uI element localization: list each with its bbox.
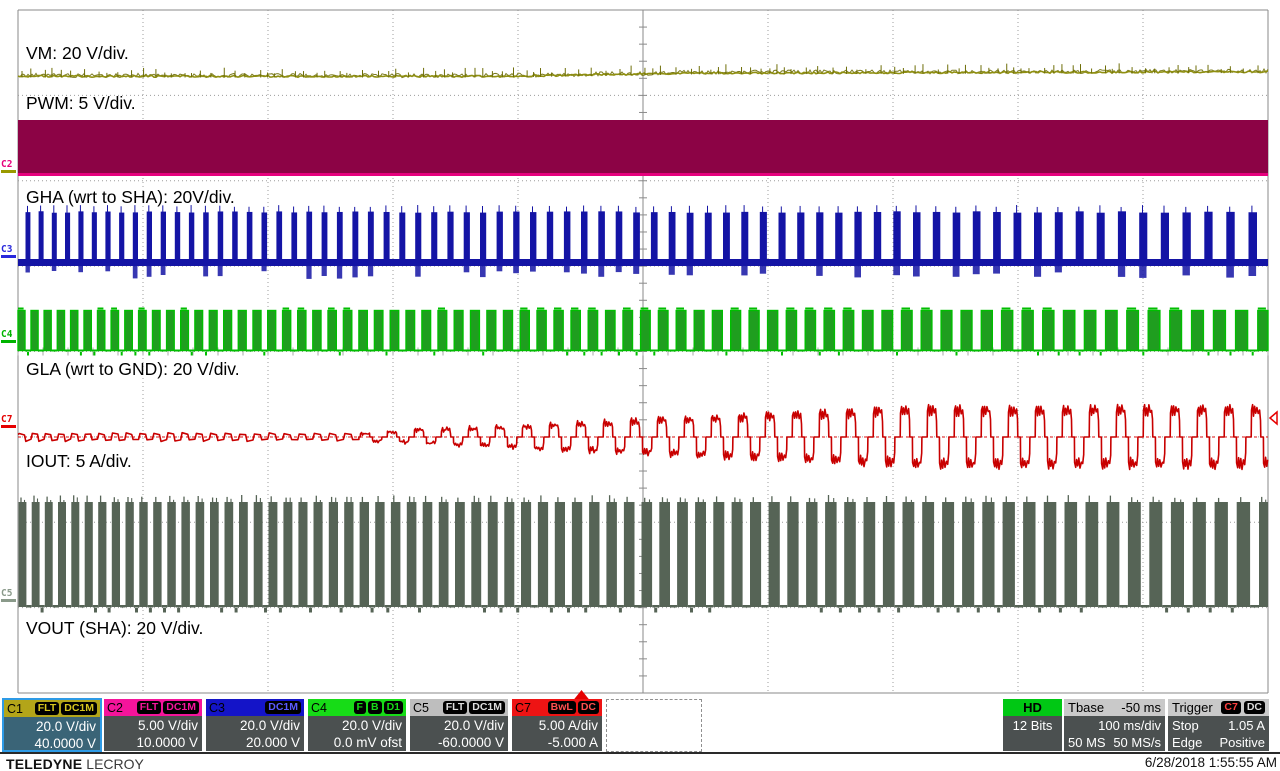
trace-label-iout: IOUT: 5 A/div. xyxy=(26,451,132,472)
trigger-level: 1.05 A xyxy=(1228,717,1265,734)
offset-value: 20.000 V xyxy=(210,734,300,751)
coupling-badge[interactable]: DC xyxy=(578,701,599,714)
trace-label-gla: GLA (wrt to GND): 20 V/div. xyxy=(26,359,240,380)
trigger-source-badge[interactable]: C7 xyxy=(1221,701,1240,714)
adiv-value: 5.00 A/div xyxy=(516,717,598,734)
waveform-plot-area[interactable] xyxy=(0,0,1280,705)
offset-value: -5.000 A xyxy=(516,734,598,751)
coupling-badge[interactable]: DC1M xyxy=(265,701,301,714)
trigger-box[interactable]: Trigger C7 DC Stop 1.05 A Edge Positive xyxy=(1168,699,1269,751)
filter-badge[interactable]: B xyxy=(368,701,382,714)
timebase-offset: -50 ms xyxy=(1121,700,1161,715)
channel-zero-marker-c4[interactable]: C4 xyxy=(1,330,16,343)
oscilloscope-screen: VM: 20 V/div. PWM: 5 V/div. GHA (wrt to … xyxy=(0,0,1280,771)
marker-label: C7 xyxy=(1,414,12,425)
filter-badge[interactable]: D1 xyxy=(384,701,403,714)
marker-label: C2 xyxy=(1,159,12,170)
channel-box-c1[interactable]: C1 FLTDC1M 20.0 V/div40.0000 V xyxy=(2,698,102,752)
timebase-box[interactable]: Tbase -50 ms 100 ms/div 50 MS 50 MS/s xyxy=(1064,699,1165,751)
menu-bar-button[interactable] xyxy=(1085,2,1135,9)
vdiv-value: 20.0 V/div xyxy=(8,718,96,735)
channel-box-c2[interactable]: C2 FLTDC1M 5.00 V/div10.0000 V xyxy=(104,699,202,751)
trace-label-pwm: PWM: 5 V/div. xyxy=(26,93,136,114)
offset-value: 0.0 mV ofst xyxy=(312,734,402,751)
teledyne-lecroy-logo: TELEDYNE LECROY xyxy=(6,756,144,771)
vdiv-value: 20.0 V/div xyxy=(312,717,402,734)
channel-id: C2 xyxy=(107,701,123,715)
menu-bar-button[interactable] xyxy=(1142,2,1178,9)
coupling-badge[interactable]: FLT xyxy=(35,702,59,715)
channel-zero-marker-c5[interactable]: C5 xyxy=(1,589,16,602)
trigger-title: Trigger xyxy=(1172,700,1213,715)
marker-label: C3 xyxy=(1,244,12,255)
channel-zero-marker-c2[interactable]: C2 xyxy=(1,160,16,173)
channel-zero-marker-c7[interactable]: C7 xyxy=(1,415,16,428)
footer-divider xyxy=(0,752,1280,754)
brand-teledyne: TELEDYNE xyxy=(6,756,82,771)
brand-lecroy: LECROY xyxy=(86,756,144,771)
channel-box-c3[interactable]: C3 DC1M 20.0 V/div20.000 V xyxy=(206,699,304,751)
timebase-title: Tbase xyxy=(1068,700,1104,715)
trace-label-gha: GHA (wrt to SHA): 20V/div. xyxy=(26,187,235,208)
channel-id: C1 xyxy=(7,702,23,716)
trigger-coupling-badge[interactable]: DC xyxy=(1244,701,1265,714)
menu-bar-close-button[interactable] xyxy=(1248,2,1276,9)
timebase-samples: 50 MS xyxy=(1068,734,1106,751)
timebase-scale: 100 ms/div xyxy=(1098,717,1161,734)
coupling-badge[interactable]: DC1M xyxy=(61,702,97,715)
hd-mode-box[interactable]: HD 12 Bits xyxy=(1003,699,1062,751)
trigger-slope: Positive xyxy=(1219,734,1265,751)
offset-value: 10.0000 V xyxy=(108,734,198,751)
offset-value: -60.0000 V xyxy=(414,734,504,751)
trigger-type: Edge xyxy=(1172,734,1202,751)
coupling-badge[interactable]: FLT xyxy=(443,701,467,714)
hd-mode-title: HD xyxy=(1003,699,1062,716)
empty-descriptor-slot[interactable] xyxy=(606,699,702,752)
channel-id: C7 xyxy=(515,701,531,715)
menu-bar xyxy=(0,0,1280,10)
trigger-mode: Stop xyxy=(1172,717,1199,734)
channel-box-c7[interactable]: C7 BwLDC 5.00 A/div-5.000 A xyxy=(512,699,602,751)
timestamp: 6/28/2018 1:55:55 AM xyxy=(1145,755,1277,770)
coupling-badge[interactable]: DC1M xyxy=(469,701,505,714)
coupling-badge[interactable]: DC1M xyxy=(163,701,199,714)
channel-box-c4[interactable]: C4 FBD1 20.0 V/div0.0 mV ofst xyxy=(308,699,406,751)
hd-bits: 12 Bits xyxy=(1003,716,1062,734)
channel-id: C4 xyxy=(311,701,327,715)
channel-box-c5[interactable]: C5 FLTDC1M 20.0 V/div-60.0000 V xyxy=(410,699,508,751)
channel-id: C5 xyxy=(413,701,429,715)
vdiv-value: 20.0 V/div xyxy=(414,717,504,734)
channel-zero-marker-c3[interactable]: C3 xyxy=(1,245,16,258)
filter-badge[interactable]: F xyxy=(354,701,366,714)
vdiv-value: 20.0 V/div xyxy=(210,717,300,734)
marker-label: C4 xyxy=(1,329,12,340)
marker-label: C5 xyxy=(1,588,12,599)
channel-id: C3 xyxy=(209,701,225,715)
trace-label-vm: VM: 20 V/div. xyxy=(26,43,129,64)
vdiv-value: 5.00 V/div xyxy=(108,717,198,734)
offset-value: 40.0000 V xyxy=(8,735,96,752)
trace-label-vout: VOUT (SHA): 20 V/div. xyxy=(26,618,203,639)
coupling-badge[interactable]: FLT xyxy=(137,701,161,714)
timebase-rate: 50 MS/s xyxy=(1113,734,1161,751)
bandwidth-badge[interactable]: BwL xyxy=(548,701,576,714)
